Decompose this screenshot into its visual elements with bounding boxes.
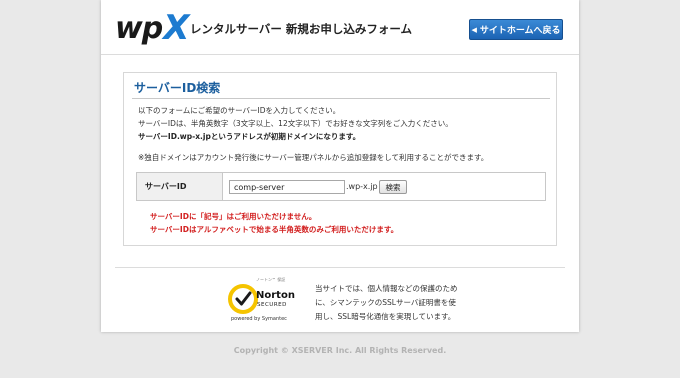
section-title-divider xyxy=(132,98,550,99)
description-note: ※独自ドメインはアカウント発行後にサーバー管理パネルから追加登録をして利用するこ… xyxy=(138,153,489,162)
norton-name: Norton xyxy=(256,290,295,301)
server-id-label: サーバーID xyxy=(137,173,223,200)
server-id-field-cell: .wp-x.jp 検索 xyxy=(223,173,545,200)
search-button[interactable]: 検索 xyxy=(379,180,407,194)
logo-wp-text: wp xyxy=(115,11,163,46)
logo-x-text: X xyxy=(163,8,190,48)
ssl-text-line-1: 当サイトでは、個人情報などの保護のため xyxy=(315,284,458,293)
section-title: サーバーID検索 xyxy=(134,81,221,95)
checkmark-seal-icon xyxy=(228,284,258,314)
ssl-text-line-2: に、シマンテックのSSLサーバ証明書を使 xyxy=(315,298,456,307)
server-id-search-box: サーバーID検索 以下のフォームにご希望のサーバーIDを入力してください。 サー… xyxy=(123,72,557,246)
description-line-3: サーバーID.wp-x.jpというアドレスが初期ドメインになります。 xyxy=(138,132,360,142)
norton-small-text: ノートン™ 保証 xyxy=(256,277,286,282)
page-panel: wp X レンタルサーバー 新規お申し込みフォーム ◀ サイトホームへ戻る サーバ… xyxy=(101,0,579,332)
description-line-2: サーバーIDは、半角英数字（3文字以上、12文字以下）でお好きな文字列をご入力く… xyxy=(138,119,453,128)
norton-powered-text: powered by Symantec xyxy=(231,316,287,322)
domain-suffix: .wp-x.jp xyxy=(346,182,378,191)
norton-secured-seal[interactable]: ノートン™ 保証 Norton SECURED powered by Syman… xyxy=(228,277,300,325)
back-to-home-button[interactable]: ◀ サイトホームへ戻る xyxy=(469,19,563,40)
header: wp X レンタルサーバー 新規お申し込みフォーム ◀ サイトホームへ戻る xyxy=(101,0,579,55)
description-line-3-text: サーバーID.wp-x.jpというアドレスが初期ドメインになります。 xyxy=(138,132,361,141)
norton-secured-text: SECURED xyxy=(257,302,287,308)
copyright: Copyright © XSERVER Inc. All Rights Rese… xyxy=(233,346,447,355)
back-to-home-label: サイトホームへ戻る xyxy=(479,26,561,36)
error-message-alphanumeric: サーバーIDはアルファベットで始まる半角英数のみご利用いただけます。 xyxy=(150,225,399,234)
footer-divider xyxy=(115,267,565,268)
header-title: レンタルサーバー 新規お申し込みフォーム xyxy=(190,22,413,36)
ssl-text-line-3: 用し、SSL暗号化通信を実現しています。 xyxy=(315,312,456,321)
server-id-form: サーバーID .wp-x.jp 検索 xyxy=(136,172,546,201)
wpx-logo[interactable]: wp X xyxy=(115,8,190,48)
error-message-symbols: サーバーIDに「記号」はご利用いただけません。 xyxy=(150,212,317,221)
chevron-left-icon: ◀ xyxy=(471,25,477,34)
description-line-1: 以下のフォームにご希望のサーバーIDを入力してください。 xyxy=(138,106,341,115)
server-id-input[interactable] xyxy=(229,180,345,194)
